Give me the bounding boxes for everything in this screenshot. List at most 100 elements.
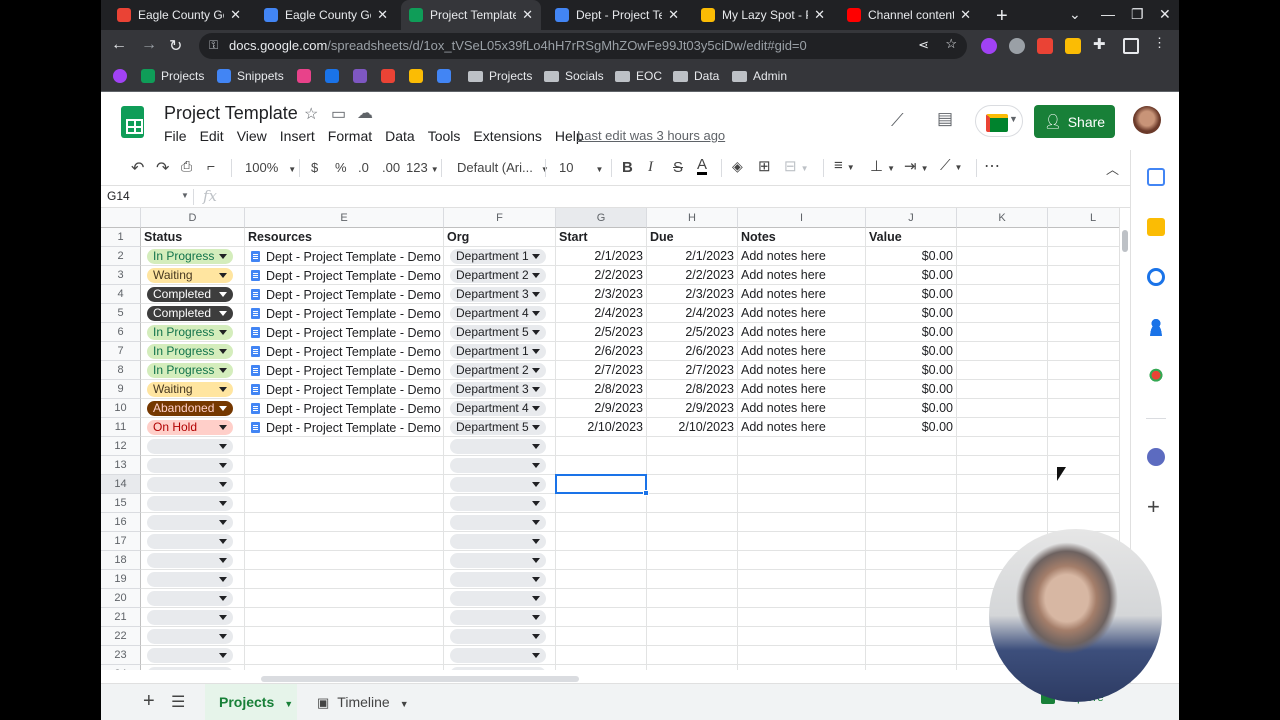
due-date-cell[interactable]: 2/1/2023 [647,247,738,266]
grid-cell[interactable] [141,589,245,608]
grid-cell[interactable] [1048,228,1119,247]
new-tab-button[interactable]: + [996,5,1008,28]
grid-cell[interactable] [647,437,738,456]
row-header[interactable]: 8 [101,361,141,380]
notes-cell[interactable]: Add notes here [738,361,866,380]
font-size-select[interactable]: 10 ▼ [559,160,603,175]
grid-cell[interactable] [556,532,647,551]
grid-cell[interactable]: Dept - Project Template - Demo [245,342,444,361]
grid-cell[interactable] [957,228,1048,247]
grid-cell[interactable] [647,551,738,570]
org-dropdown-chip[interactable]: Department 3 [450,382,546,397]
grid-cell[interactable] [957,437,1048,456]
decrease-decimal-button[interactable]: .0 [358,160,369,175]
extension-icon[interactable] [1009,38,1025,54]
grid-cell[interactable]: Dept - Project Template - Demo [245,323,444,342]
row-header[interactable]: 12 [101,437,141,456]
notes-cell[interactable]: Add notes here [738,247,866,266]
grid-cell[interactable] [957,456,1048,475]
grid-cell[interactable] [444,437,556,456]
grid-cell[interactable] [245,532,444,551]
org-dropdown-chip[interactable]: Department 2 [450,268,546,283]
value-cell[interactable]: $0.00 [866,399,957,418]
bookmark-snippets[interactable]: Snippets [217,69,284,83]
grid-cell[interactable] [444,646,556,665]
menu-extensions[interactable]: Extensions [473,128,541,144]
vertical-align-icon[interactable]: ⊥ ▼ [870,157,895,175]
resource-link-chip[interactable]: Dept - Project Template - Demo [248,382,441,397]
org-dropdown-chip[interactable]: Department 3 [450,287,546,302]
value-cell[interactable]: $0.00 [866,247,957,266]
grid-cell[interactable]: Department 1 [444,247,556,266]
grid-cell[interactable] [245,551,444,570]
sheet-tab-timeline[interactable]: ▣ Timeline ▼ [305,684,409,720]
row-header[interactable]: 4 [101,285,141,304]
resource-link-chip[interactable]: Dept - Project Template - Demo [248,420,441,435]
grid-cell[interactable] [957,323,1048,342]
status-dropdown-chip[interactable] [147,439,233,454]
resource-link-chip[interactable]: Dept - Project Template - Demo [248,306,441,321]
bookmark-folder-socials[interactable]: Socials [544,69,604,83]
grid-cell[interactable]: Completed [141,304,245,323]
grid-cell[interactable] [444,627,556,646]
bookmark-folder-projects[interactable]: Projects [468,69,532,83]
fill-handle[interactable] [643,490,649,496]
grid-cell[interactable] [556,608,647,627]
status-dropdown-chip[interactable]: On Hold [147,420,233,435]
grid-cell[interactable] [957,494,1048,513]
grid-cell[interactable] [1048,380,1119,399]
row-header[interactable]: 13 [101,456,141,475]
close-tab-icon[interactable]: ✕ [522,7,533,23]
bold-button[interactable]: B [622,159,633,176]
column-title[interactable]: Due [647,228,738,247]
menu-edit[interactable]: Edit [200,128,224,144]
row-header[interactable]: 17 [101,532,141,551]
bookmark-apps-icon[interactable] [113,69,133,83]
row-header[interactable]: 9 [101,380,141,399]
grid-cell[interactable] [245,665,444,670]
grid-cell[interactable] [556,551,647,570]
menu-view[interactable]: View [237,128,267,144]
row-header[interactable]: 3 [101,266,141,285]
grid-cell[interactable] [647,570,738,589]
due-date-cell[interactable]: 2/4/2023 [647,304,738,323]
close-tab-icon[interactable]: ✕ [814,7,825,23]
status-dropdown-chip[interactable] [147,610,233,625]
status-dropdown-chip[interactable] [147,553,233,568]
grid-cell[interactable] [866,437,957,456]
grid-cell[interactable] [738,513,866,532]
value-cell[interactable]: $0.00 [866,323,957,342]
grid-cell[interactable]: In Progress [141,247,245,266]
status-dropdown-chip[interactable]: In Progress [147,325,233,340]
grid-cell[interactable] [957,304,1048,323]
strikethrough-button[interactable]: S [673,159,683,176]
close-tab-icon[interactable]: ✕ [230,7,241,23]
grid-cell[interactable]: Department 3 [444,285,556,304]
grid-cell[interactable] [738,551,866,570]
extension-icon[interactable] [1037,38,1053,54]
grid-cell[interactable] [647,494,738,513]
text-color-button[interactable]: A [697,157,708,175]
comments-icon[interactable]: ▤ [937,109,953,129]
notes-cell[interactable]: Add notes here [738,342,866,361]
grid-cell[interactable] [647,608,738,627]
grid-cell[interactable]: Abandoned [141,399,245,418]
grid-cell[interactable] [245,475,444,494]
grid-cell[interactable] [444,570,556,589]
row-header[interactable]: 1 [101,228,141,247]
menu-tools[interactable]: Tools [428,128,461,144]
grid-cell[interactable] [866,475,957,494]
bookmark-calendar-icon[interactable] [437,69,457,83]
reload-icon[interactable]: ↻ [169,36,182,56]
grid-cell[interactable]: Dept - Project Template - Demo [245,418,444,437]
formula-input[interactable] [233,186,1113,208]
increase-decimal-button[interactable]: .00 [382,160,400,175]
grid-cell[interactable]: Dept - Project Template - Demo [245,380,444,399]
grid-cell[interactable] [245,513,444,532]
grid-cell[interactable]: Dept - Project Template - Demo [245,247,444,266]
grid-cell[interactable] [647,665,738,670]
grid-cell[interactable]: Department 1 [444,342,556,361]
grid-cell[interactable] [141,608,245,627]
grid-cell[interactable] [245,627,444,646]
menu-file[interactable]: File [164,128,187,144]
